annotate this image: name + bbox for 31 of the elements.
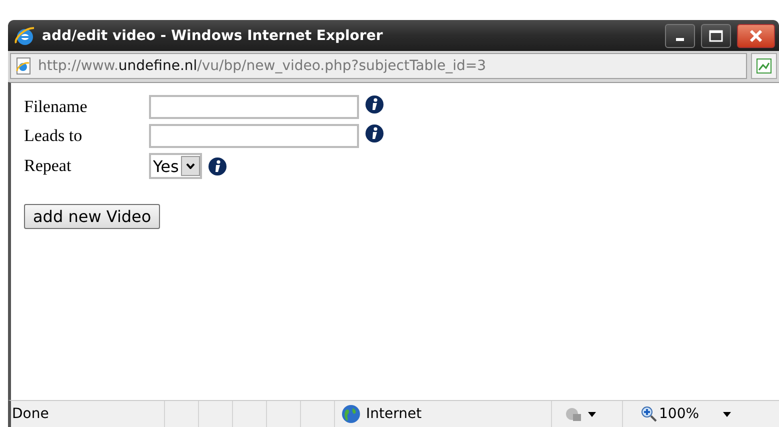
info-icon[interactable] (365, 124, 384, 143)
zone-text: Internet (366, 406, 422, 422)
repeat-dropdown[interactable]: Yes (149, 153, 202, 179)
maximize-button[interactable] (701, 24, 731, 48)
field-label: Repeat (24, 156, 72, 176)
maximize-icon (709, 30, 723, 42)
field-label: Leads to (24, 126, 84, 146)
field-label: Filename (24, 97, 88, 117)
compatibility-button[interactable] (751, 53, 777, 79)
input-field[interactable] (149, 95, 359, 119)
close-icon (749, 28, 763, 42)
close-button[interactable] (737, 24, 775, 48)
chevron-down-icon (186, 163, 195, 169)
dropdown-arrow-icon[interactable] (588, 412, 596, 416)
window-title: add/edit video - Windows Internet Explorer (42, 28, 384, 44)
url-text: http://www.undefine.nl/vu/bp/new_video.php?subjectTable_id=3 (38, 58, 486, 74)
minimize-icon (676, 38, 684, 41)
info-icon[interactable] (208, 156, 227, 176)
dropdown-arrow-icon[interactable] (723, 412, 732, 416)
address-field[interactable]: http://www.undefine.nl/vu/bp/new_video.php?subjectTable_id=3 (10, 53, 747, 79)
globe-icon (341, 404, 361, 424)
chart-page-icon (755, 57, 773, 75)
minimize-button[interactable] (665, 24, 695, 48)
zoom-level[interactable]: 100% (659, 406, 700, 422)
zoom-icon[interactable] (641, 406, 657, 422)
info-icon[interactable] (365, 95, 384, 114)
browser-logo-icon (14, 24, 36, 46)
page-icon (14, 57, 32, 75)
status-text: Done (12, 406, 49, 422)
add-video-button[interactable]: add new Video (24, 204, 160, 229)
input-field[interactable] (149, 124, 359, 148)
